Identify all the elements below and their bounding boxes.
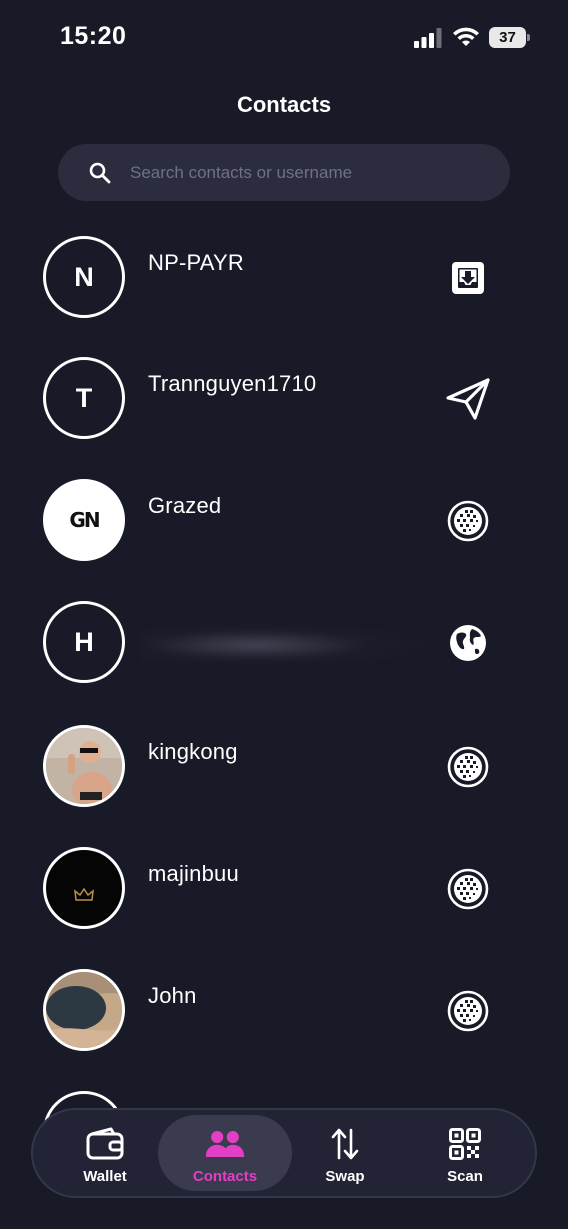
avatar-initial: N — [74, 261, 94, 292]
contact-action-button[interactable] — [444, 619, 492, 667]
network-globe-icon — [447, 868, 489, 910]
search-icon — [89, 162, 111, 184]
network-globe-icon — [447, 746, 489, 788]
contact-name: kingkong — [148, 739, 238, 764]
battery-icon: 37 — [489, 27, 531, 48]
wifi-icon — [453, 27, 479, 46]
network-globe-icon — [447, 500, 489, 542]
avatar-logo: GN — [69, 508, 100, 532]
status-bar: 15:20 37 — [0, 0, 568, 80]
bottom-tab-bar: Wallet Contacts Swap Scan — [31, 1108, 537, 1198]
contact-row[interactable]: John — [0, 969, 568, 1069]
tab-contacts[interactable]: Contacts — [158, 1110, 292, 1196]
tab-swap-label: Swap — [325, 1168, 365, 1185]
qr-scan-icon — [445, 1126, 485, 1162]
search-bar[interactable] — [58, 144, 510, 201]
contact-name: Grazed — [148, 493, 222, 518]
contact-name: John — [148, 983, 197, 1008]
page-title: Contacts — [236, 92, 332, 117]
tab-contacts-label: Contacts — [192, 1168, 258, 1185]
avatar-photo — [43, 725, 125, 807]
contact-name: majinbuu — [148, 861, 239, 886]
contact-row[interactable]: majinbuu — [0, 847, 568, 947]
tab-scan[interactable]: Scan — [398, 1110, 532, 1196]
redacted-name — [140, 623, 430, 663]
contact-action-button[interactable] — [444, 987, 492, 1035]
contact-row[interactable]: H — [0, 601, 568, 701]
contact-action-button[interactable] — [444, 865, 492, 913]
inbox-download-icon — [452, 262, 484, 294]
avatar: T — [43, 357, 125, 439]
tab-wallet-label: Wallet — [83, 1168, 127, 1185]
contact-row[interactable]: kingkong — [0, 725, 568, 825]
network-globe-icon — [447, 990, 489, 1032]
send-plane-icon — [446, 378, 490, 420]
contact-name: NP-PAYR — [148, 250, 244, 275]
status-time: 15:20 — [60, 22, 127, 50]
photo-thumbnail — [46, 972, 122, 1048]
contacts-icon — [205, 1126, 245, 1162]
person-photo — [46, 728, 122, 804]
contact-row[interactable]: T Trannguyen1710 — [0, 357, 568, 457]
avatar: GN — [43, 479, 125, 561]
battery-level: 37 — [489, 27, 526, 48]
contact-row[interactable]: GN Grazed — [0, 479, 568, 579]
avatar-photo — [43, 969, 125, 1051]
tab-swap[interactable]: Swap — [278, 1110, 412, 1196]
avatar-initial: H — [74, 626, 94, 657]
contact-action-button[interactable] — [444, 375, 492, 423]
contact-action-button[interactable] — [444, 743, 492, 791]
tab-scan-label: Scan — [447, 1168, 483, 1185]
avatar-initial: T — [75, 382, 93, 413]
globe-icon — [450, 625, 486, 661]
contact-action-button[interactable] — [444, 254, 492, 302]
contact-row[interactable]: N NP-PAYR — [0, 236, 568, 336]
search-input[interactable] — [130, 144, 490, 201]
cellular-signal-icon — [414, 28, 442, 48]
contact-action-button[interactable] — [444, 497, 492, 545]
avatar-photo — [43, 847, 125, 929]
wallet-icon — [85, 1126, 125, 1162]
crown-icon — [74, 888, 94, 901]
swap-icon — [325, 1126, 365, 1162]
avatar: N — [43, 236, 125, 318]
tab-wallet[interactable]: Wallet — [38, 1110, 172, 1196]
avatar: H — [43, 601, 125, 683]
contact-name: Trannguyen1710 — [148, 371, 317, 396]
